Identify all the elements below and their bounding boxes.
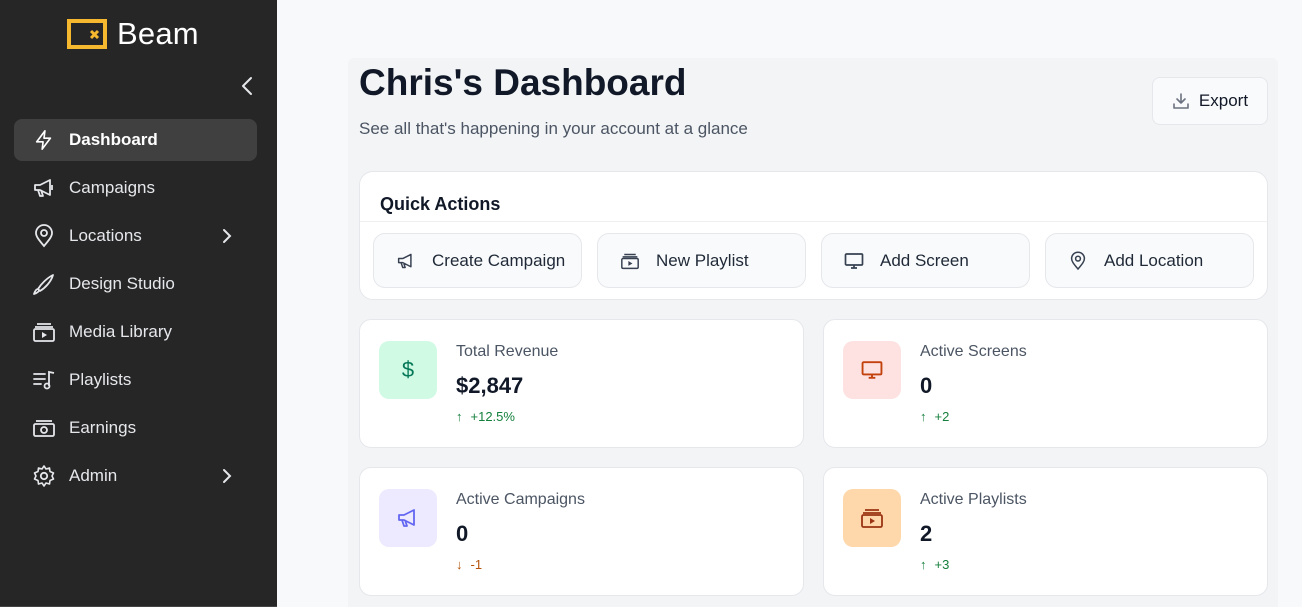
stat-change-value: -1 bbox=[470, 557, 483, 572]
banknote-icon bbox=[32, 416, 56, 440]
map-pin-icon bbox=[1068, 250, 1088, 271]
sidebar-item-playlists[interactable]: Playlists bbox=[14, 359, 257, 401]
stat-label: Active Campaigns bbox=[456, 491, 585, 508]
brand-name: Beam bbox=[117, 16, 199, 51]
add-screen-button[interactable]: Add Screen bbox=[821, 233, 1030, 288]
arrow-down-icon: ↓ bbox=[456, 557, 463, 572]
sidebar-item-label: Design Studio bbox=[69, 274, 175, 293]
stat-change: ↑ +3 bbox=[920, 557, 949, 572]
stat-card-active-playlists[interactable]: Active Playlists 2 ↑ +3 bbox=[823, 467, 1268, 596]
quick-actions-card: Quick Actions Create Campaign New Playli… bbox=[359, 171, 1268, 300]
sidebar: Beam Dashboard Campaigns Locations Desig… bbox=[0, 0, 277, 607]
megaphone-icon bbox=[379, 489, 437, 547]
sidebar-item-label: Earnings bbox=[69, 418, 137, 437]
sidebar-item-label: Dashboard bbox=[69, 130, 158, 149]
stat-value: 0 bbox=[456, 521, 469, 546]
stat-change-value: +2 bbox=[934, 409, 950, 424]
beam-logo-icon bbox=[67, 19, 107, 49]
stat-value: 2 bbox=[920, 521, 933, 546]
stat-label: Active Playlists bbox=[920, 491, 1027, 508]
brand-logo[interactable]: Beam bbox=[67, 16, 199, 52]
stat-card-active-screens[interactable]: Active Screens 0 ↑ +2 bbox=[823, 319, 1268, 448]
svg-text:$: $ bbox=[402, 357, 414, 382]
sidebar-item-earnings[interactable]: Earnings bbox=[14, 407, 257, 449]
playlist-icon bbox=[32, 368, 56, 392]
stat-value: $2,847 bbox=[456, 373, 524, 398]
sidebar-nav: Dashboard Campaigns Locations Design Stu… bbox=[14, 119, 257, 503]
stat-change: ↑ +2 bbox=[920, 409, 949, 424]
export-label: Export bbox=[1198, 91, 1249, 110]
export-button[interactable]: Export bbox=[1152, 77, 1268, 125]
main-content: Chris's Dashboard See all that's happeni… bbox=[277, 0, 1302, 607]
sidebar-item-dashboard[interactable]: Dashboard bbox=[14, 119, 257, 161]
create-campaign-button[interactable]: Create Campaign bbox=[373, 233, 582, 288]
media-library-icon bbox=[843, 489, 901, 547]
megaphone-icon bbox=[32, 176, 56, 200]
add-location-button[interactable]: Add Location bbox=[1045, 233, 1254, 288]
sidebar-item-locations[interactable]: Locations bbox=[14, 215, 257, 257]
stat-card-active-campaigns[interactable]: Active Campaigns 0 ↓ -1 bbox=[359, 467, 804, 596]
arrow-up-icon: ↑ bbox=[456, 409, 463, 424]
lightning-icon bbox=[32, 128, 56, 152]
stat-change: ↓ -1 bbox=[456, 557, 482, 572]
stat-label: Total Revenue bbox=[456, 343, 559, 360]
add-screen-label: Add Screen bbox=[880, 250, 969, 270]
sidebar-item-label: Campaigns bbox=[69, 178, 155, 197]
stat-change-value: +3 bbox=[934, 557, 950, 572]
monitor-icon bbox=[844, 251, 864, 271]
collapse-sidebar-button[interactable] bbox=[236, 74, 258, 98]
chevron-right-icon bbox=[219, 226, 235, 246]
new-playlist-label: New Playlist bbox=[656, 250, 749, 270]
page-title: Chris's Dashboard bbox=[359, 62, 687, 103]
map-pin-icon bbox=[32, 224, 56, 248]
sidebar-item-design-studio[interactable]: Design Studio bbox=[14, 263, 257, 305]
stat-card-total-revenue[interactable]: $ Total Revenue $2,847 ↑ +12.5% bbox=[359, 319, 804, 448]
dollar-icon: $ bbox=[379, 341, 437, 399]
sidebar-item-label: Playlists bbox=[69, 370, 132, 389]
gear-icon bbox=[32, 464, 56, 488]
create-campaign-label: Create Campaign bbox=[432, 250, 566, 270]
divider bbox=[360, 221, 1267, 222]
megaphone-icon bbox=[396, 251, 416, 271]
add-location-label: Add Location bbox=[1104, 250, 1204, 270]
stat-change-value: +12.5% bbox=[470, 409, 515, 424]
new-playlist-button[interactable]: New Playlist bbox=[597, 233, 806, 288]
sidebar-item-admin[interactable]: Admin bbox=[14, 455, 257, 497]
monitor-icon bbox=[843, 341, 901, 399]
media-library-icon bbox=[32, 320, 56, 344]
sidebar-item-label: Locations bbox=[69, 226, 142, 245]
chevron-right-icon bbox=[219, 466, 235, 486]
stat-value: 0 bbox=[920, 373, 933, 398]
page-subtitle: See all that's happening in your account… bbox=[359, 119, 748, 138]
stat-label: Active Screens bbox=[920, 343, 1027, 360]
brush-icon bbox=[32, 272, 56, 296]
stat-change: ↑ +12.5% bbox=[456, 409, 515, 424]
quick-actions-title: Quick Actions bbox=[380, 194, 501, 214]
download-icon bbox=[1173, 93, 1189, 109]
arrow-up-icon: ↑ bbox=[920, 557, 927, 572]
arrow-up-icon: ↑ bbox=[920, 409, 927, 424]
sidebar-item-media-library[interactable]: Media Library bbox=[14, 311, 257, 353]
media-library-icon bbox=[620, 251, 640, 271]
sidebar-item-campaigns[interactable]: Campaigns bbox=[14, 167, 257, 209]
sidebar-item-label: Media Library bbox=[69, 322, 172, 341]
sidebar-item-label: Admin bbox=[69, 466, 118, 485]
chevron-left-icon bbox=[242, 77, 252, 95]
